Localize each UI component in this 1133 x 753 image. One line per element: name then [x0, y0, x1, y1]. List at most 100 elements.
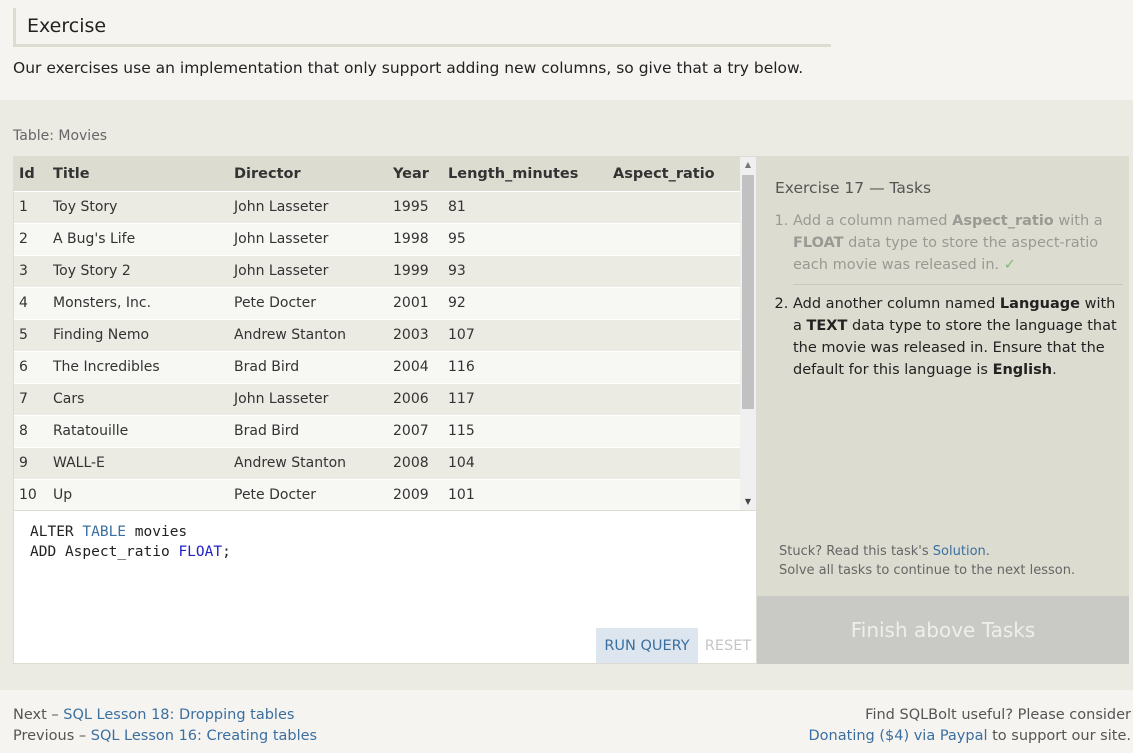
lesson-footer: Next – SQL Lesson 18: Dropping tables Pr…: [0, 690, 1133, 753]
section-title: Exercise: [13, 8, 831, 47]
cell-title: Monsters, Inc.: [48, 286, 229, 319]
cell-length-minutes: 116: [443, 350, 608, 383]
cell-id: 2: [14, 222, 48, 255]
cell-aspect-ratio: [608, 286, 741, 319]
cell-year: 1995: [388, 190, 443, 223]
nav-label: Previous –: [13, 728, 91, 744]
cell-title: Ratatouille: [48, 414, 229, 447]
column-header-id: Id: [14, 157, 48, 191]
cell-aspect-ratio: [608, 478, 741, 510]
query-editor[interactable]: ALTER TABLE movies ADD Aspect_ratio FLOA…: [13, 511, 757, 664]
scroll-up-arrow-icon[interactable]: ▲: [740, 157, 756, 173]
code-identifier: movies: [134, 524, 188, 540]
donate-link[interactable]: Donating ($4) via Paypal: [809, 728, 988, 744]
table-row: 1 Toy Story John Lasseter 1995 81: [14, 190, 741, 223]
cell-director: John Lasseter: [229, 190, 388, 223]
cell-length-minutes: 81: [443, 190, 608, 223]
scroll-down-arrow-icon[interactable]: ▼: [740, 494, 756, 510]
table-caption: Table: Movies: [13, 128, 108, 144]
cell-director: Brad Bird: [229, 350, 388, 383]
cell-director: Andrew Stanton: [229, 318, 388, 351]
task-text: with a: [1053, 213, 1103, 229]
table-scrollbar[interactable]: ▲ ▼: [740, 157, 756, 510]
task-emphasis: Aspect_ratio: [952, 213, 1054, 229]
cell-title: Finding Nemo: [48, 318, 229, 351]
stuck-text: Stuck? Read this task's: [779, 544, 933, 559]
cell-id: 1: [14, 190, 48, 223]
cell-aspect-ratio: [608, 222, 741, 255]
scrollbar-thumb[interactable]: [742, 175, 754, 409]
exercise-header: Exercise Our exercises use an implementa…: [0, 0, 1133, 100]
query-code[interactable]: ALTER TABLE movies ADD Aspect_ratio FLOA…: [30, 522, 231, 562]
task-emphasis: TEXT: [806, 318, 848, 334]
support-text: to support our site.: [987, 728, 1131, 744]
table-row: 5 Finding Nemo Andrew Stanton 2003 107: [14, 318, 741, 351]
cell-length-minutes: 115: [443, 414, 608, 447]
cell-director: John Lasseter: [229, 382, 388, 415]
cell-title: The Incredibles: [48, 350, 229, 383]
tasks-panel: Exercise 17 — Tasks Add a column named A…: [757, 156, 1129, 664]
cell-length-minutes: 92: [443, 286, 608, 319]
cell-id: 4: [14, 286, 48, 319]
cell-year: 1999: [388, 254, 443, 287]
column-header-director: Director: [229, 157, 388, 191]
code-terminator: ;: [222, 544, 231, 560]
cell-id: 5: [14, 318, 48, 351]
finish-tasks-button[interactable]: Finish above Tasks: [757, 596, 1129, 664]
cell-length-minutes: 104: [443, 446, 608, 479]
cell-id: 9: [14, 446, 48, 479]
cell-director: Brad Bird: [229, 414, 388, 447]
cell-aspect-ratio: [608, 318, 741, 351]
table-row: 6 The Incredibles Brad Bird 2004 116: [14, 350, 741, 383]
column-header-title: Title: [48, 157, 229, 191]
cell-year: 2008: [388, 446, 443, 479]
cell-year: 2009: [388, 478, 443, 510]
task-emphasis: English: [992, 362, 1053, 378]
cell-year: 2007: [388, 414, 443, 447]
cell-director: Pete Docter: [229, 478, 388, 510]
next-lesson-link[interactable]: SQL Lesson 18: Dropping tables: [63, 707, 294, 723]
cell-id: 3: [14, 254, 48, 287]
solution-link[interactable]: Solution: [933, 544, 986, 559]
table-header-row: Id Title Director Year Length_minutes As…: [14, 157, 741, 191]
tasks-title: Exercise 17 — Tasks: [775, 179, 932, 197]
code-keyword: ADD: [30, 544, 57, 560]
reset-button[interactable]: RESET: [700, 628, 756, 663]
cell-director: Pete Docter: [229, 286, 388, 319]
cell-id: 7: [14, 382, 48, 415]
cell-year: 2003: [388, 318, 443, 351]
cell-year: 1998: [388, 222, 443, 255]
cell-title: WALL-E: [48, 446, 229, 479]
cell-year: 2001: [388, 286, 443, 319]
code-identifier: Aspect_ratio: [64, 544, 170, 560]
previous-lesson-link[interactable]: SQL Lesson 16: Creating tables: [91, 728, 317, 744]
movies-table: Id Title Director Year Length_minutes As…: [14, 157, 741, 510]
task-text: .: [1052, 362, 1057, 378]
exercise-area: Table: Movies Id Title Director Year Len…: [0, 100, 1133, 690]
run-query-button[interactable]: RUN QUERY: [596, 628, 698, 663]
task-list: Add a column named Aspect_ratio with a F…: [775, 210, 1123, 389]
cell-director: John Lasseter: [229, 222, 388, 255]
cell-id: 6: [14, 350, 48, 383]
next-lesson-nav: Next – SQL Lesson 18: Dropping tables: [13, 707, 294, 723]
previous-lesson-nav: Previous – SQL Lesson 16: Creating table…: [13, 728, 317, 744]
task-emphasis: Language: [999, 296, 1080, 312]
cell-aspect-ratio: [608, 190, 741, 223]
cell-length-minutes: 117: [443, 382, 608, 415]
code-keyword: ALTER: [30, 524, 74, 540]
code-type: FLOAT: [178, 544, 223, 560]
column-header-year: Year: [388, 157, 443, 191]
cell-length-minutes: 93: [443, 254, 608, 287]
donate-line: Donating ($4) via Paypal to support our …: [809, 728, 1131, 744]
cell-director: John Lasseter: [229, 254, 388, 287]
column-header-length-minutes: Length_minutes: [443, 157, 608, 191]
table-row: 3 Toy Story 2 John Lasseter 1999 93: [14, 254, 741, 287]
cell-title: Toy Story: [48, 190, 229, 223]
cell-director: Andrew Stanton: [229, 446, 388, 479]
results-table-container[interactable]: Id Title Director Year Length_minutes As…: [13, 156, 757, 511]
cell-length-minutes: 101: [443, 478, 608, 510]
table-row: 7 Cars John Lasseter 2006 117: [14, 382, 741, 415]
cell-id: 8: [14, 414, 48, 447]
cell-title: A Bug's Life: [48, 222, 229, 255]
cell-aspect-ratio: [608, 414, 741, 447]
